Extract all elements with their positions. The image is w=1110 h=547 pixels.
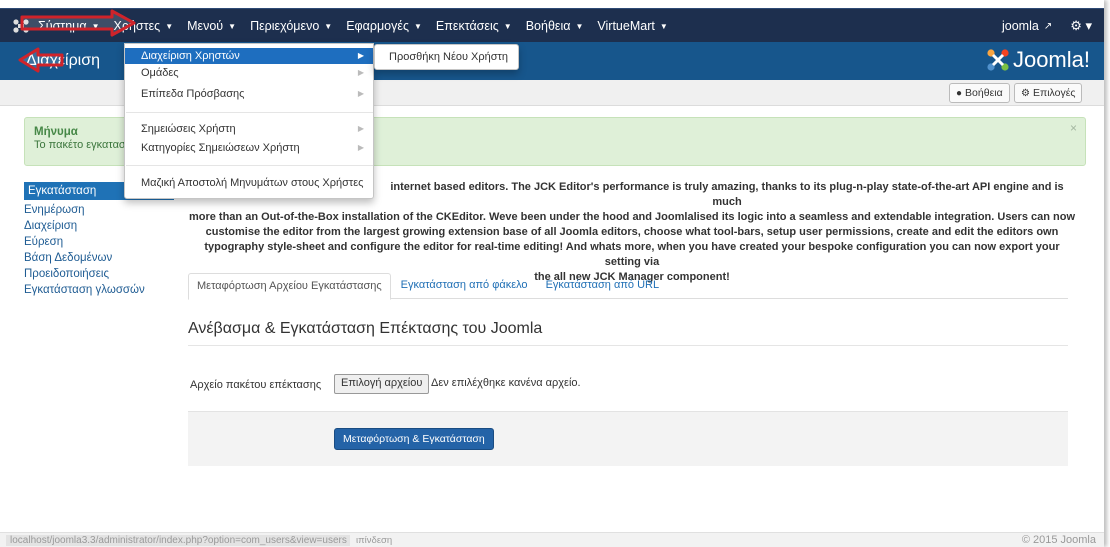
copyright: © 2015 Joomla bbox=[1021, 534, 1096, 546]
form-actions: Μεταφόρτωση & Εγκατάσταση bbox=[188, 411, 1068, 466]
menu-extensions[interactable]: Επεκτάσεις ▼ bbox=[436, 19, 512, 33]
menu-item-label: Κατηγορίες Σημειώσεων Χρήστη bbox=[141, 142, 300, 154]
joomla-brand-icon bbox=[987, 49, 1009, 71]
help-button[interactable]: ● Βοήθεια bbox=[949, 83, 1010, 103]
section-title: Ανέβασμα & Εγκατάσταση Επέκτασης του Joo… bbox=[188, 320, 543, 337]
sidebar: Εγκατάσταση Ενημέρωση Διαχείριση Εύρεση … bbox=[24, 182, 174, 298]
menu-item-label: Σημειώσεις Χρήστη bbox=[141, 123, 236, 135]
menu-label: Μενού bbox=[187, 19, 224, 33]
menu-item-access-levels[interactable]: Επίπεδα Πρόσβασης ▶ bbox=[125, 86, 373, 102]
menu-label: Επεκτάσεις bbox=[435, 19, 499, 33]
menu-separator bbox=[126, 112, 373, 113]
file-status: Δεν επιλέχθηκε κανένα αρχείο. bbox=[431, 377, 581, 389]
description-line: more than an Out-of-the-Box installation… bbox=[188, 211, 1076, 223]
link-preview-url: localhost/joomla3.3/administrator/index.… bbox=[6, 535, 350, 546]
menu-components[interactable]: Εφαρμογές ▼ bbox=[346, 19, 422, 33]
install-tabs: Μεταφόρτωση Αρχείου Εγκατάστασης Εγκατάσ… bbox=[188, 273, 1068, 300]
menu-label: Εφαρμογές bbox=[346, 19, 409, 33]
menu-help[interactable]: Βοήθεια ▼ bbox=[526, 19, 584, 33]
options-button[interactable]: ⚙ Επιλογές bbox=[1014, 83, 1083, 103]
annotation-arrow-icon bbox=[18, 47, 64, 73]
caret-down-icon: ▼ bbox=[575, 21, 584, 31]
caret-down-icon: ▼ bbox=[659, 21, 668, 31]
sidebar-item-update[interactable]: Ενημέρωση bbox=[24, 202, 174, 218]
menu-item-mass-mail[interactable]: Μαζική Αποστολή Μηνυμάτων στους Χρήστες bbox=[125, 175, 373, 191]
divider bbox=[188, 345, 1068, 346]
gear-icon[interactable]: ⚙ ▾ bbox=[1070, 18, 1092, 34]
chevron-right-icon: ▶ bbox=[357, 143, 364, 152]
tab-install-url[interactable]: Εγκατάσταση από URL bbox=[538, 273, 668, 299]
gear-icon: ⚙ bbox=[1021, 87, 1030, 99]
menu-label: Περιεχόμενο bbox=[250, 19, 320, 33]
caret-down-icon: ▼ bbox=[165, 21, 174, 31]
menu-separator bbox=[126, 165, 373, 166]
question-circle-icon: ● bbox=[956, 87, 963, 99]
sidebar-item-discover[interactable]: Εύρεση bbox=[24, 234, 174, 250]
choose-file-button[interactable]: Επιλογή αρχείου bbox=[334, 374, 430, 394]
joomla-brand: Joomla! bbox=[985, 47, 1090, 73]
upload-install-button[interactable]: Μεταφόρτωση & Εγκατάσταση bbox=[334, 428, 494, 450]
sidebar-item-warnings[interactable]: Προειδοποιήσεις bbox=[24, 266, 174, 282]
sidebar-item-languages[interactable]: Εγκατάσταση γλωσσών bbox=[24, 282, 174, 298]
menu-item-label: Ομάδες bbox=[141, 67, 179, 79]
description-line: customise the editor from the largest gr… bbox=[205, 226, 1059, 238]
tab-install-folder[interactable]: Εγκατάσταση από φάκελο bbox=[393, 273, 536, 299]
menu-item-user-notes[interactable]: Σημειώσεις Χρήστη ▶ bbox=[125, 121, 373, 137]
menu-menus[interactable]: Μενού ▼ bbox=[187, 19, 236, 33]
description-line: typography style-sheet and configure the… bbox=[204, 241, 1060, 268]
menu-item-note-categories[interactable]: Κατηγορίες Σημειώσεων Χρήστη ▶ bbox=[125, 140, 373, 156]
external-link-icon: ↗ bbox=[1043, 20, 1053, 32]
annotation-arrow-icon bbox=[20, 9, 136, 37]
users-dropdown-menu: Διαχείριση Χρηστών ▶ Ομάδες ▶ Επίπεδα Πρόσ… bbox=[124, 43, 374, 199]
top-navbar: Σύστημα▼ Χρήστες▼ Μενού▼ Περιεχόμενο▼ Εφ… bbox=[0, 8, 1104, 42]
sidebar-item-manage[interactable]: Διαχείριση bbox=[24, 218, 174, 234]
status-bar: localhost/joomla3.3/administrator/index.… bbox=[0, 532, 1104, 547]
admin-window: Σύστημα▼ Χρήστες▼ Μενού▼ Περιεχόμενο▼ Εφ… bbox=[0, 0, 1104, 547]
site-link[interactable]: joomla bbox=[1002, 19, 1039, 33]
menu-content[interactable]: Περιεχόμενο ▼ bbox=[250, 19, 332, 33]
chevron-right-icon: ▶ bbox=[357, 124, 364, 133]
menu-item-label: Επίπεδα Πρόσβασης bbox=[141, 88, 245, 100]
caret-down-icon: ▼ bbox=[503, 21, 512, 31]
menu-item-label: Διαχείριση Χρηστών bbox=[141, 50, 240, 62]
caret-down-icon: ▼ bbox=[413, 21, 422, 31]
submenu-add-new-user[interactable]: Προσθήκη Νέου Χρήστη bbox=[374, 44, 519, 70]
sidebar-item-database[interactable]: Βάση Δεδομένων bbox=[24, 250, 174, 266]
tab-upload-package[interactable]: Μεταφόρτωση Αρχείου Εγκατάστασης bbox=[188, 273, 391, 300]
caret-down-icon: ▼ bbox=[228, 21, 237, 31]
options-label: Επιλογές bbox=[1032, 87, 1076, 99]
menu-label: Βοήθεια bbox=[525, 19, 571, 33]
help-label: Βοήθεια bbox=[965, 87, 1003, 99]
user-area: joomla ↗ ⚙ ▾ bbox=[1002, 9, 1092, 43]
footer-preview: ιπίνδεση bbox=[356, 535, 393, 546]
chevron-right-icon: ▶ bbox=[357, 68, 364, 77]
chevron-right-icon: ▶ bbox=[357, 51, 364, 60]
close-icon[interactable]: × bbox=[1070, 121, 1077, 135]
caret-down-icon: ▼ bbox=[324, 21, 333, 31]
menu-item-user-manager[interactable]: Διαχείριση Χρηστών ▶ bbox=[125, 48, 373, 64]
chevron-right-icon: ▶ bbox=[357, 89, 364, 98]
brand-text: Joomla! bbox=[1012, 47, 1090, 72]
package-file-label: Αρχείο πακέτου επέκτασης bbox=[190, 379, 322, 391]
menu-item-groups[interactable]: Ομάδες ▶ bbox=[125, 65, 373, 81]
menu-virtuemart[interactable]: VirtueMart ▼ bbox=[597, 19, 667, 33]
menu-label: VirtueMart bbox=[597, 19, 655, 33]
